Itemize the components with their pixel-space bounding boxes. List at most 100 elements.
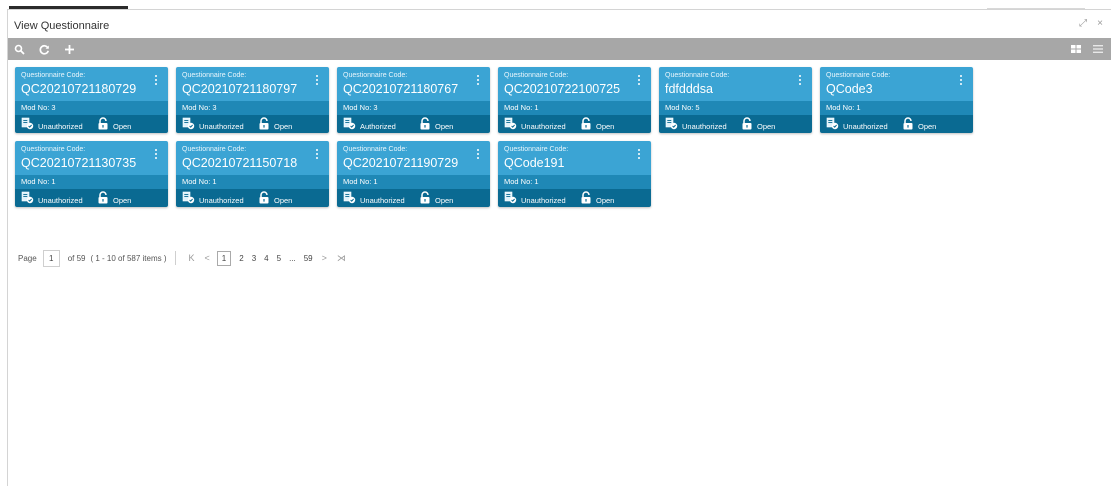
- card-code-value: QCode3: [826, 82, 873, 96]
- previous-page-button[interactable]: <: [205, 253, 210, 263]
- lock-status: Open: [97, 191, 131, 207]
- card-header: Questionnaire Code: QCode3: [820, 67, 973, 101]
- questionnaire-card[interactable]: Questionnaire Code: QC20210721150718 Mod N…: [176, 141, 329, 207]
- lock-status: Open: [258, 117, 292, 133]
- kebab-menu-icon[interactable]: [316, 149, 319, 160]
- kebab-menu-icon[interactable]: [477, 149, 480, 160]
- auth-status-icon: [826, 117, 839, 133]
- auth-status: Unauthorized: [343, 191, 405, 207]
- auth-status-icon: [504, 191, 517, 207]
- pagination: Page 1 of 59 ( 1 - 10 of 587 items ) K <…: [18, 248, 351, 268]
- questionnaire-card[interactable]: Questionnaire Code: QC20210722100725 Mod N…: [498, 67, 651, 133]
- card-mod-row: Mod No: 1: [498, 175, 651, 189]
- lock-status-text: Open: [113, 121, 132, 131]
- auth-status: Unauthorized: [21, 191, 83, 207]
- questionnaire-card[interactable]: Questionnaire Code: QC20210721190729 Mod N…: [337, 141, 490, 207]
- list-view-icon[interactable]: [1093, 45, 1103, 53]
- lock-status-text: Open: [596, 195, 615, 205]
- card-header: Questionnaire Code: QC20210721180729: [15, 67, 168, 101]
- card-header: Questionnaire Code: QC20210721180797: [176, 67, 329, 101]
- card-mod-row: Mod No: 3: [15, 101, 168, 115]
- kebab-menu-icon[interactable]: [316, 75, 319, 86]
- card-code-value: fdfdddsa: [665, 82, 713, 96]
- card-code-value: QC20210721150718: [182, 156, 298, 170]
- lock-status-text: Open: [274, 121, 293, 131]
- card-mod-number: Mod No: 3: [182, 103, 217, 112]
- first-page-button[interactable]: K: [189, 253, 195, 263]
- expand-icon[interactable]: ⤢: [1079, 18, 1087, 29]
- questionnaire-card[interactable]: Questionnaire Code: QCode191 Mod No: 1 Unau…: [498, 141, 651, 207]
- lock-status-text: Open: [435, 121, 454, 131]
- questionnaire-card[interactable]: Questionnaire Code: QC20210721180729 Mod N…: [15, 67, 168, 133]
- card-mod-number: Mod No: 1: [504, 103, 539, 112]
- card-code-label: Questionnaire Code:: [182, 146, 247, 153]
- questionnaire-card[interactable]: Questionnaire Code: QCode3 Mod No: 1 Unauth…: [820, 67, 973, 133]
- lock-status-text: Open: [596, 121, 615, 131]
- card-mod-number: Mod No: 1: [826, 103, 861, 112]
- questionnaire-card[interactable]: Questionnaire Code: fdfdddsa Mod No: 5 Unau…: [659, 67, 812, 133]
- card-footer: Unauthorized Open: [337, 189, 490, 207]
- auth-status: Unauthorized: [504, 117, 566, 133]
- kebab-menu-icon[interactable]: [638, 75, 641, 86]
- card-mod-row: Mod No: 1: [498, 101, 651, 115]
- close-icon[interactable]: ×: [1097, 18, 1103, 29]
- add-icon[interactable]: [64, 44, 75, 55]
- card-code-value: QC20210721130735: [21, 156, 137, 170]
- page-button-3[interactable]: 3: [252, 254, 256, 263]
- kebab-menu-icon[interactable]: [477, 75, 480, 86]
- card-header: Questionnaire Code: QC20210721190729: [337, 141, 490, 175]
- card-code-label: Questionnaire Code:: [21, 72, 86, 79]
- auth-status: Unauthorized: [21, 117, 83, 133]
- auth-status-icon: [21, 191, 34, 207]
- card-header: Questionnaire Code: QCode191: [498, 141, 651, 175]
- page-label: Page: [18, 253, 37, 263]
- unlock-icon: [97, 117, 109, 133]
- lock-status: Open: [580, 191, 614, 207]
- card-code-label: Questionnaire Code:: [182, 72, 247, 79]
- page-button-1[interactable]: 1: [216, 250, 232, 266]
- kebab-menu-icon[interactable]: [799, 75, 802, 86]
- kebab-menu-icon[interactable]: [638, 149, 641, 160]
- card-mod-row: Mod No: 3: [176, 101, 329, 115]
- grid-view-icon[interactable]: [1071, 45, 1081, 53]
- page-title: View Questionnaire: [14, 20, 110, 32]
- auth-status-icon: [343, 117, 356, 133]
- auth-status: Unauthorized: [826, 117, 888, 133]
- auth-status: Unauthorized: [182, 117, 244, 133]
- questionnaire-card[interactable]: Questionnaire Code: QC20210721130735 Mod N…: [15, 141, 168, 207]
- kebab-menu-icon[interactable]: [155, 149, 158, 160]
- kebab-menu-icon[interactable]: [155, 75, 158, 86]
- page-button-4[interactable]: 4: [264, 254, 268, 263]
- next-page-button[interactable]: >: [322, 253, 327, 263]
- questionnaire-card[interactable]: Questionnaire Code: QC20210721180797 Mod N…: [176, 67, 329, 133]
- auth-status: Unauthorized: [504, 191, 566, 207]
- unlock-icon: [580, 117, 592, 133]
- card-code-value: QC20210721180797: [182, 82, 298, 96]
- questionnaire-panel: View Questionnaire ⤢ × Questionnaire Cod…: [7, 9, 1111, 486]
- card-header: Questionnaire Code: QC20210721180767: [337, 67, 490, 101]
- card-mod-number: Mod No: 1: [182, 177, 217, 186]
- page-button-59[interactable]: 59: [304, 254, 313, 263]
- kebab-menu-icon[interactable]: [960, 75, 963, 86]
- refresh-icon[interactable]: [39, 44, 50, 55]
- auth-status-text: Unauthorized: [38, 121, 83, 131]
- unlock-icon: [419, 117, 431, 133]
- card-code-value: QCode191: [504, 156, 565, 170]
- page-button-2[interactable]: 2: [239, 254, 243, 263]
- lock-status: Open: [258, 191, 292, 207]
- auth-status-icon: [21, 117, 34, 133]
- card-footer: Unauthorized Open: [820, 115, 973, 133]
- card-mod-row: Mod No: 3: [337, 101, 490, 115]
- card-header: Questionnaire Code: fdfdddsa: [659, 67, 812, 101]
- search-icon[interactable]: [14, 44, 25, 55]
- card-mod-number: Mod No: 5: [665, 103, 700, 112]
- last-page-button[interactable]: ⋊: [337, 253, 346, 264]
- card-code-label: Questionnaire Code:: [343, 146, 408, 153]
- questionnaire-card[interactable]: Questionnaire Code: QC20210721180767 Mod N…: [337, 67, 490, 133]
- auth-status-text: Unauthorized: [521, 195, 566, 205]
- lock-status: Open: [419, 191, 453, 207]
- page-number-input[interactable]: 1: [42, 249, 60, 267]
- unlock-icon: [97, 191, 109, 207]
- auth-status: Authorized: [343, 117, 396, 133]
- page-button-5[interactable]: 5: [277, 254, 281, 263]
